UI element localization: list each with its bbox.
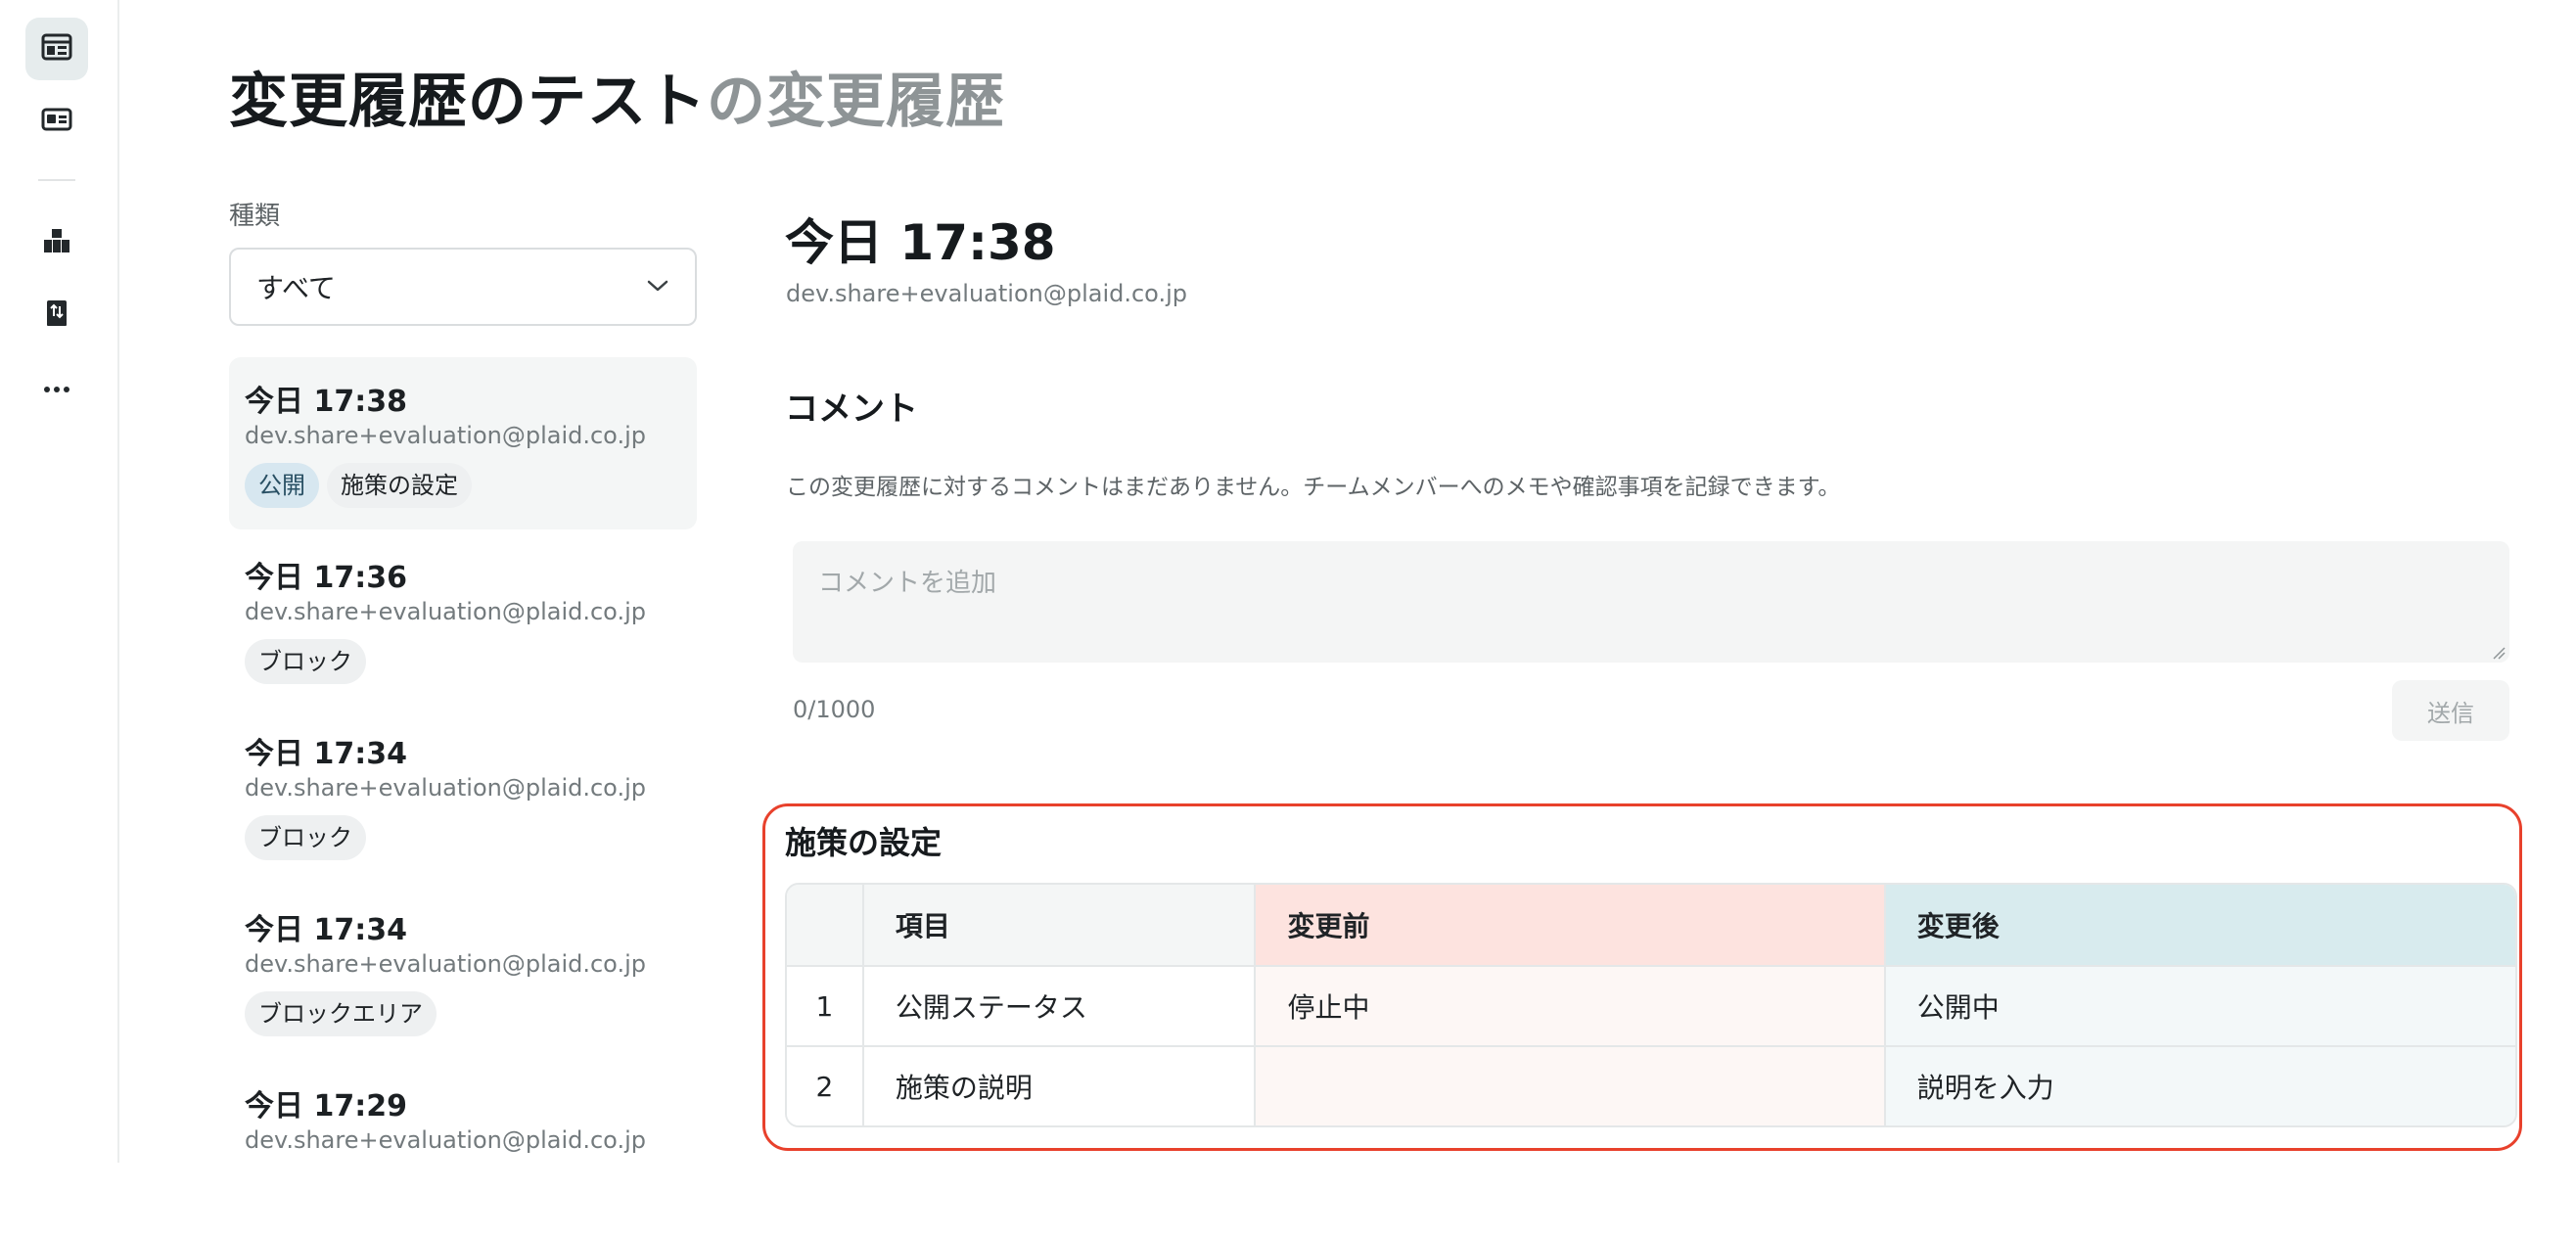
row-after-value: 公開中 [1885, 967, 2515, 1045]
row-item: 施策の説明 [863, 1047, 1257, 1125]
page-title: 変更履歴のテストの変更履歴 [229, 54, 1005, 139]
row-number: 2 [787, 1047, 864, 1125]
history-time: 今日 17:38 [245, 385, 407, 419]
history-user: dev.share+evaluation@plaid.co.jp [245, 950, 646, 978]
tag-campaign-settings: 施策の設定 [327, 463, 472, 508]
page-title-main: 変更履歴のテスト [229, 68, 707, 136]
history-user: dev.share+evaluation@plaid.co.jp [245, 422, 646, 449]
changes-table: 項目 変更前 変更後 1 公開ステータス 停止中 公開中 2 施策の説明 説明を… [785, 883, 2517, 1127]
history-time: 今日 17:34 [245, 913, 407, 947]
history-tags: 公開 施策の設定 [245, 463, 681, 508]
sidebar-divider [38, 179, 75, 181]
filter-label: 種類 [229, 202, 281, 231]
row-before-value: 停止中 [1256, 967, 1886, 1045]
type-filter-select[interactable]: すべて [229, 248, 697, 326]
history-tags: ブロックエリア [245, 991, 681, 1036]
row-after-value: 説明を入力 [1885, 1047, 2515, 1125]
tag-block: ブロック [245, 815, 366, 860]
comment-input[interactable] [793, 541, 2509, 663]
page-title-suffix: の変更履歴 [707, 68, 1005, 136]
table-row: 2 施策の説明 説明を入力 [787, 1045, 2515, 1125]
char-count: 0/1000 [793, 696, 876, 723]
table-row: 1 公開ステータス 停止中 公開中 [787, 965, 2515, 1045]
id-card-icon [41, 107, 72, 136]
table-header-row: 項目 変更前 変更後 [787, 885, 2515, 965]
history-time: 今日 17:34 [245, 737, 407, 771]
row-item: 公開ステータス [863, 967, 1257, 1045]
history-time: 今日 17:29 [245, 1089, 407, 1123]
sidebar-rail [0, 0, 119, 1163]
comment-empty-message: この変更履歴に対するコメントはまだありません。チームメンバーへのメモや確認事項を… [786, 475, 1841, 500]
detail-user: dev.share+evaluation@plaid.co.jp [786, 280, 1187, 307]
history-user: dev.share+evaluation@plaid.co.jp [245, 598, 646, 625]
changes-heading: 施策の設定 [785, 824, 943, 861]
browser-window-icon [41, 33, 72, 65]
history-item[interactable]: 今日 17:34 dev.share+evaluation@plaid.co.j… [229, 710, 697, 882]
sidebar-item-pages[interactable] [25, 18, 88, 80]
sidebar-item-cards[interactable] [25, 90, 88, 153]
history-user: dev.share+evaluation@plaid.co.jp [245, 774, 646, 802]
chevron-down-icon [646, 278, 669, 297]
comment-heading: コメント [785, 390, 918, 429]
sidebar-item-more[interactable] [25, 356, 88, 419]
resize-grip-icon[interactable] [2492, 645, 2506, 660]
blocks-icon [42, 227, 71, 258]
row-before-value [1256, 1047, 1886, 1125]
column-header-after: 変更後 [1885, 885, 2515, 965]
column-header-item: 項目 [863, 885, 1257, 965]
history-user: dev.share+evaluation@plaid.co.jp [245, 1126, 646, 1154]
column-header-before: 変更前 [1256, 885, 1886, 965]
more-icon [43, 379, 70, 397]
type-filter-value: すべて [256, 272, 336, 304]
row-number: 1 [787, 967, 864, 1045]
history-item[interactable]: 今日 17:29 dev.share+evaluation@plaid.co.j… [229, 1062, 697, 1234]
tag-block: ブロック [245, 639, 366, 684]
history-item[interactable]: 今日 17:38 dev.share+evaluation@plaid.co.j… [229, 357, 697, 529]
column-header-number [787, 885, 864, 965]
tag-public: 公開 [245, 463, 319, 508]
sidebar-item-blocks[interactable] [25, 211, 88, 274]
detail-time: 今日 17:38 [785, 214, 1056, 271]
tag-block-area: ブロックエリア [245, 991, 437, 1036]
history-tags: ブロック [245, 639, 681, 684]
sort-book-icon [44, 298, 69, 332]
send-button[interactable]: 送信 [2392, 680, 2509, 741]
sidebar-item-history[interactable] [25, 284, 88, 346]
history-list: 今日 17:38 dev.share+evaluation@plaid.co.j… [229, 357, 699, 1238]
history-tags: ブロック [245, 815, 681, 860]
history-time: 今日 17:36 [245, 561, 407, 595]
history-item[interactable]: 今日 17:36 dev.share+evaluation@plaid.co.j… [229, 533, 697, 706]
history-item[interactable]: 今日 17:34 dev.share+evaluation@plaid.co.j… [229, 886, 697, 1058]
